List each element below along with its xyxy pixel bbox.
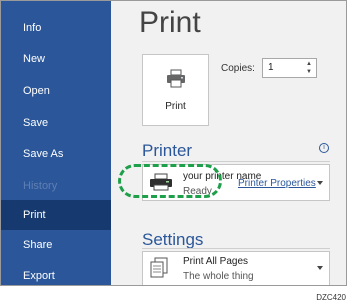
chevron-up-icon[interactable]: ▲: [304, 60, 314, 68]
copies-stepper[interactable]: 1 ▲ ▼: [262, 58, 317, 78]
figure-code: DZC420: [316, 293, 346, 302]
sidebar: Info New Open Save Save As History Print…: [1, 1, 111, 285]
divider: [142, 248, 330, 249]
print-button[interactable]: Print: [142, 54, 209, 126]
printer-icon: [167, 69, 185, 88]
print-pane: Print Print Copies: 1 ▲ ▼ Printer i your…: [111, 1, 346, 285]
backstage-window: Info New Open Save Save As History Print…: [0, 0, 347, 286]
page-title: Print: [139, 6, 201, 39]
setting-subtitle: The whole thing: [183, 271, 254, 282]
sidebar-item-share[interactable]: Share: [1, 230, 111, 260]
sidebar-item-new[interactable]: New: [1, 44, 111, 74]
pages-icon: [150, 257, 168, 278]
chevron-down-icon[interactable]: [317, 266, 323, 270]
sidebar-item-save[interactable]: Save: [1, 108, 111, 138]
sidebar-item-open[interactable]: Open: [1, 76, 111, 106]
sidebar-item-history: History: [23, 180, 58, 192]
info-icon[interactable]: i: [319, 143, 329, 153]
copies-value[interactable]: 1: [268, 62, 274, 73]
chevron-down-icon[interactable]: ▼: [304, 68, 314, 76]
highlight-callout: [118, 164, 222, 198]
settings-section-header: Settings: [142, 230, 204, 249]
sidebar-item-info[interactable]: Info: [1, 13, 111, 43]
sidebar-item-print[interactable]: Print: [1, 200, 111, 230]
printer-properties-link[interactable]: Printer Properties: [238, 178, 316, 189]
copies-label: Copies:: [221, 63, 255, 74]
sidebar-item-export[interactable]: Export: [1, 261, 111, 285]
print-range-dropdown[interactable]: Print All Pages The whole thing: [142, 251, 330, 285]
printer-section-header: Printer: [142, 141, 193, 160]
chevron-down-icon[interactable]: [317, 181, 323, 185]
print-button-label: Print: [165, 101, 186, 112]
setting-title: Print All Pages: [183, 256, 249, 267]
divider: [142, 161, 330, 162]
sidebar-item-save-as[interactable]: Save As: [1, 139, 111, 169]
